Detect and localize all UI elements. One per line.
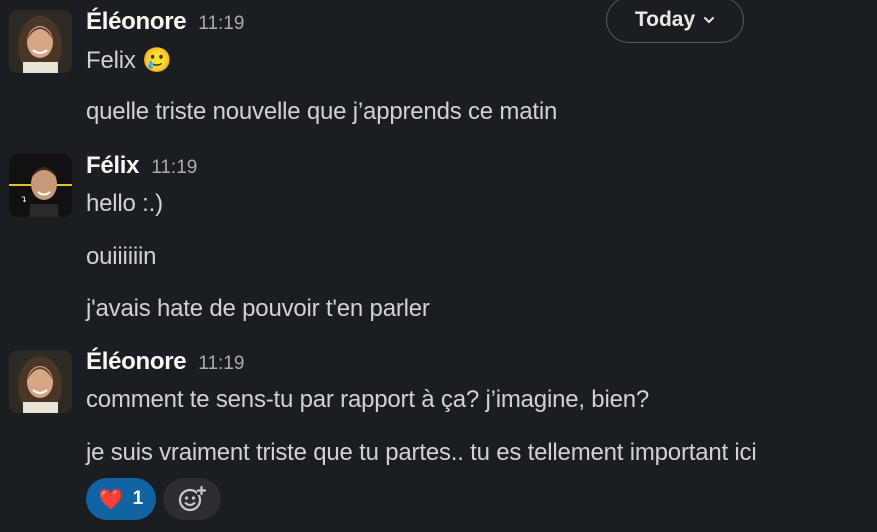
message-text: je suis vraiment triste que tu partes.. … — [86, 439, 757, 466]
message-text: j'avais hate de pouvoir t'en parler — [86, 295, 430, 322]
add-reaction-icon — [178, 485, 206, 512]
message-header: Éléonore 11:19 — [86, 348, 244, 378]
felix-avatar: ↴ — [9, 154, 72, 217]
date-label: Today — [634, 8, 696, 31]
date-divider-button[interactable]: Today — [606, 0, 744, 43]
message-header: Éléonore 11:19 — [86, 8, 244, 38]
author-name[interactable]: Éléonore — [86, 348, 187, 375]
heart-emoji: ❤️ — [98, 488, 124, 511]
eleonore-avatar — [9, 10, 72, 73]
add-reaction-button[interactable] — [163, 478, 221, 520]
heart-reaction-button[interactable]: ❤️ 1 — [86, 478, 156, 520]
author-name[interactable]: Éléonore — [86, 8, 187, 35]
reaction-count: 1 — [132, 488, 144, 509]
message-header: Félix 11:19 — [86, 152, 197, 182]
avatar[interactable]: ↴ — [9, 154, 72, 217]
message-text: comment te sens-tu par rapport à ça? j’i… — [86, 386, 650, 413]
timestamp[interactable]: 11:19 — [151, 157, 197, 178]
chevron-down-icon — [704, 17, 715, 24]
svg-text:↴: ↴ — [21, 194, 27, 205]
author-name[interactable]: Félix — [86, 152, 140, 179]
timestamp[interactable]: 11:19 — [198, 13, 244, 34]
message-text: ouiiiiiin — [86, 243, 157, 270]
timestamp[interactable]: 11:19 — [198, 353, 244, 374]
message-text: quelle triste nouvelle que j’apprends ce… — [86, 98, 558, 125]
avatar[interactable] — [9, 10, 72, 73]
eleonore-avatar — [9, 350, 72, 413]
message-text: Felix 🥲 — [86, 47, 172, 74]
message-text: hello :.) — [86, 190, 163, 217]
avatar[interactable] — [9, 350, 72, 413]
